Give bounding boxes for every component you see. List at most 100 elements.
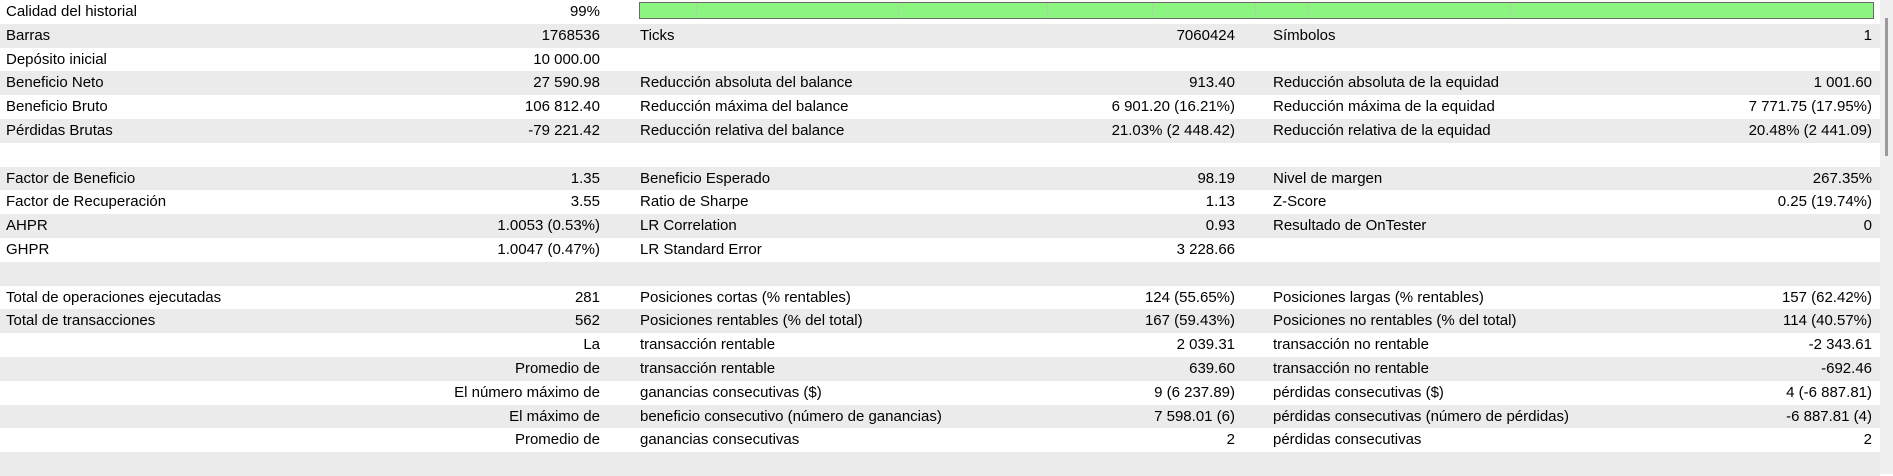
report-row: El máximo de beneficio consecutivo (númer… — [0, 404, 1880, 429]
value-col3: 2 — [1863, 431, 1872, 449]
value-col1: -79 221.42 — [528, 121, 600, 139]
label-col2: LR Correlation — [640, 217, 737, 235]
label-col3: Reducción absoluta de la equidad — [1273, 74, 1500, 92]
report-row: La transacción rentable 2 039.31 transacció… — [0, 333, 1880, 357]
report-row: Promedio de transacción rentable 639.60 tra… — [0, 356, 1880, 381]
report-row: Factor de Beneficio 1.35 Beneficio Esperad… — [0, 166, 1880, 191]
label-col2: Reducción relativa del balance — [640, 121, 845, 139]
value-col1: El máximo de — [509, 407, 600, 425]
quality-bar-segment — [1047, 3, 1048, 18]
value-col1: 1.0053 (0.53%) — [497, 217, 600, 235]
report-row: Factor de Recuperación 3.55 Ratio de Sharp… — [0, 190, 1880, 214]
value-col2: 167 (59.43%) — [1144, 312, 1235, 330]
value-col1: 1.35 — [570, 169, 600, 187]
label-col2: Reducción absoluta del balance — [640, 74, 853, 92]
value-col1: La — [583, 336, 600, 354]
value-col1: Promedio de — [514, 359, 600, 377]
label-col1: Beneficio Bruto — [6, 98, 108, 116]
label-col1: Depósito inicial — [6, 50, 107, 68]
label-col1: GHPR — [6, 240, 50, 258]
label-col1: Beneficio Neto — [6, 74, 104, 92]
label-col2: Beneficio Esperado — [640, 169, 771, 187]
value-col3: 1 — [1863, 26, 1872, 44]
label-col2: transacción rentable — [640, 336, 776, 354]
value-col3: -692.46 — [1821, 359, 1872, 377]
report-row: Total de transacciones 562 Posiciones rent… — [0, 309, 1880, 334]
label-col2: ganancias consecutivas — [640, 431, 800, 449]
scrollbar-thumb[interactable] — [1885, 18, 1888, 156]
label-col3: Z-Score — [1273, 193, 1327, 211]
label-col2: beneficio consecutivo (número de gananci… — [640, 407, 942, 425]
label-col1: Factor de Recuperación — [6, 193, 167, 211]
label-col2: Ratio de Sharpe — [640, 193, 749, 211]
report-row — [0, 261, 1880, 286]
value-col1: 281 — [574, 288, 600, 306]
report-row: Calidad del historial 99% — [0, 0, 1880, 24]
value-col3: 0 — [1863, 217, 1872, 235]
report-row: Beneficio Neto 27 590.98 Reducción absolut… — [0, 71, 1880, 96]
label-col2: transacción rentable — [640, 359, 776, 377]
quality-bar-segment — [1510, 3, 1511, 18]
report-row: Total de operaciones ejecutadas 281 Posici… — [0, 286, 1880, 310]
value-col2: 2 — [1226, 431, 1235, 449]
value-col1: Promedio de — [514, 431, 600, 449]
quality-bar-segment — [696, 3, 697, 18]
label-col2: Ticks — [640, 26, 675, 44]
value-col3: 157 (62.42%) — [1781, 288, 1872, 306]
value-col3: 267.35% — [1812, 169, 1872, 187]
history-quality-bar — [639, 2, 1874, 19]
quality-bar-segment — [1255, 3, 1256, 18]
label-col1: Total de transacciones — [6, 312, 156, 330]
label-col1: Calidad del historial — [6, 3, 137, 20]
value-col2: 1.13 — [1205, 193, 1235, 211]
label-col3: transacción no rentable — [1273, 336, 1429, 354]
value-col1: 1768536 — [541, 26, 600, 44]
label-col1: AHPR — [6, 217, 48, 235]
report-row: Barras 1768536 Ticks 7060424 Símbolos 1 — [0, 23, 1880, 48]
report-row: Pérdidas Brutas -79 221.42 Reducción relat… — [0, 118, 1880, 143]
backtest-report: Calidad del historial 99% Barras 1768536 Tic… — [0, 0, 1880, 476]
value-col1: 1.0047 (0.47%) — [497, 240, 600, 258]
report-row: Depósito inicial 10 000.00 — [0, 48, 1880, 72]
label-col3: pérdidas consecutivas ($) — [1273, 383, 1444, 401]
label-col3: Símbolos — [1273, 26, 1336, 44]
quality-bar-segment — [898, 3, 899, 18]
value-col1: 562 — [574, 312, 600, 330]
label-col1: Pérdidas Brutas — [6, 121, 113, 139]
label-col3: Nivel de margen — [1273, 169, 1383, 187]
report-row: AHPR 1.0053 (0.53%) LR Correlation 0.93 Resu… — [0, 214, 1880, 238]
label-col1: Barras — [6, 26, 51, 44]
label-col3: Reducción máxima de la equidad — [1273, 98, 1495, 116]
label-col3: Posiciones largas (% rentables) — [1273, 288, 1484, 306]
label-col1: Factor de Beneficio — [6, 169, 136, 187]
value-col3: 1 001.60 — [1813, 74, 1872, 92]
value-col2: 913.40 — [1189, 74, 1235, 92]
value-col2: 639.60 — [1189, 359, 1235, 377]
report-row — [0, 143, 1880, 167]
value-col2: 7060424 — [1176, 26, 1235, 44]
label-col3: Reducción relativa de la equidad — [1273, 121, 1491, 139]
label-col2: ganancias consecutivas ($) — [640, 383, 822, 401]
quality-bar-segment — [1308, 3, 1309, 18]
report-row: El número máximo de ganancias consecutiva… — [0, 381, 1880, 405]
label-col3: Posiciones no rentables (% del total) — [1273, 312, 1517, 330]
value-col1: 106 812.40 — [524, 98, 600, 116]
value-col3: 4 (-6 887.81) — [1786, 383, 1872, 401]
value-col2: 2 039.31 — [1176, 336, 1235, 354]
value-col1: 10 000.00 — [533, 50, 600, 68]
report-row: Beneficio Bruto 106 812.40 Reducción máxim… — [0, 95, 1880, 119]
value-col2: 124 (55.65%) — [1144, 288, 1235, 306]
value-col1: 99% — [569, 3, 600, 20]
value-col1: El número máximo de — [454, 383, 600, 401]
value-col3: -2 343.61 — [1808, 336, 1872, 354]
value-col2: 6 901.20 (16.21%) — [1111, 98, 1235, 116]
value-col2: 7 598.01 (6) — [1154, 407, 1235, 425]
value-col2: 3 228.66 — [1176, 240, 1235, 258]
label-col2: Posiciones cortas (% rentables) — [640, 288, 851, 306]
label-col2: Reducción máxima del balance — [640, 98, 849, 116]
value-col2: 21.03% (2 448.42) — [1111, 121, 1235, 139]
value-col1: 27 590.98 — [533, 74, 600, 92]
value-col3: 114 (40.57%) — [1783, 312, 1872, 330]
vertical-scrollbar[interactable] — [1880, 0, 1893, 474]
label-col3: pérdidas consecutivas (número de pérdida… — [1273, 407, 1569, 425]
